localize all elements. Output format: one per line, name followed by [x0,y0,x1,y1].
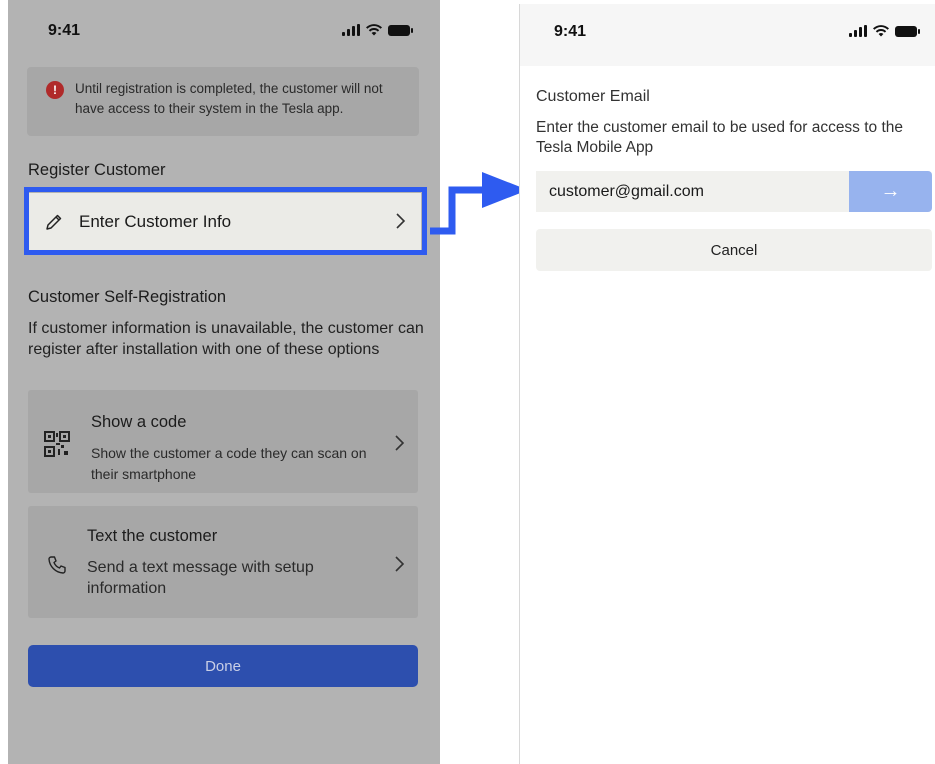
registration-alert: ! Until registration is completed, the c… [27,67,419,136]
chevron-right-icon [395,435,405,451]
highlight-box [24,187,427,255]
show-code-option[interactable]: Show a code Show the customer a code the… [28,390,418,493]
status-time: 9:41 [554,23,587,40]
email-field[interactable] [536,171,850,212]
phone-icon [48,556,66,574]
submit-email-button[interactable]: → [849,171,932,212]
status-bar: 9:41 [520,4,935,66]
status-time: 9:41 [48,22,81,39]
text-customer-title: Text the customer [87,527,218,545]
signal-icon [342,24,360,36]
qr-code-icon [44,431,70,457]
cancel-button[interactable]: Cancel [536,229,932,271]
customer-email-screen: 9:41 Customer Email Enter the customer e… [519,4,935,764]
customer-email-instructions: Enter the customer email to be used for … [536,119,904,156]
status-bar: 9:41 [8,0,440,60]
alert-icon: ! [46,81,64,99]
register-screen: 9:41 ! Until registration is completed, … [8,0,440,764]
register-customer-heading: Register Customer [28,161,166,179]
text-customer-description: Send a text message with setup informati… [87,559,314,597]
show-code-description: Show the customer a code they can scan o… [91,445,367,482]
wifi-icon [873,25,889,37]
chevron-right-icon [395,556,405,572]
show-code-title: Show a code [91,413,187,431]
stage: 9:41 ! Until registration is completed, … [0,0,935,764]
status-indicators [849,25,920,37]
battery-icon [388,24,413,36]
customer-email-title: Customer Email [536,88,650,105]
alert-text: Until registration is completed, the cus… [75,81,383,116]
self-registration-text: If customer information is unavailable, … [28,320,424,358]
battery-icon [895,25,920,37]
status-indicators [342,24,413,36]
wifi-icon [366,24,382,36]
self-registration-heading: Customer Self-Registration [28,288,227,306]
signal-icon [849,25,867,37]
done-button[interactable]: Done [28,645,418,687]
text-customer-option[interactable]: Text the customer Send a text message wi… [28,506,418,618]
